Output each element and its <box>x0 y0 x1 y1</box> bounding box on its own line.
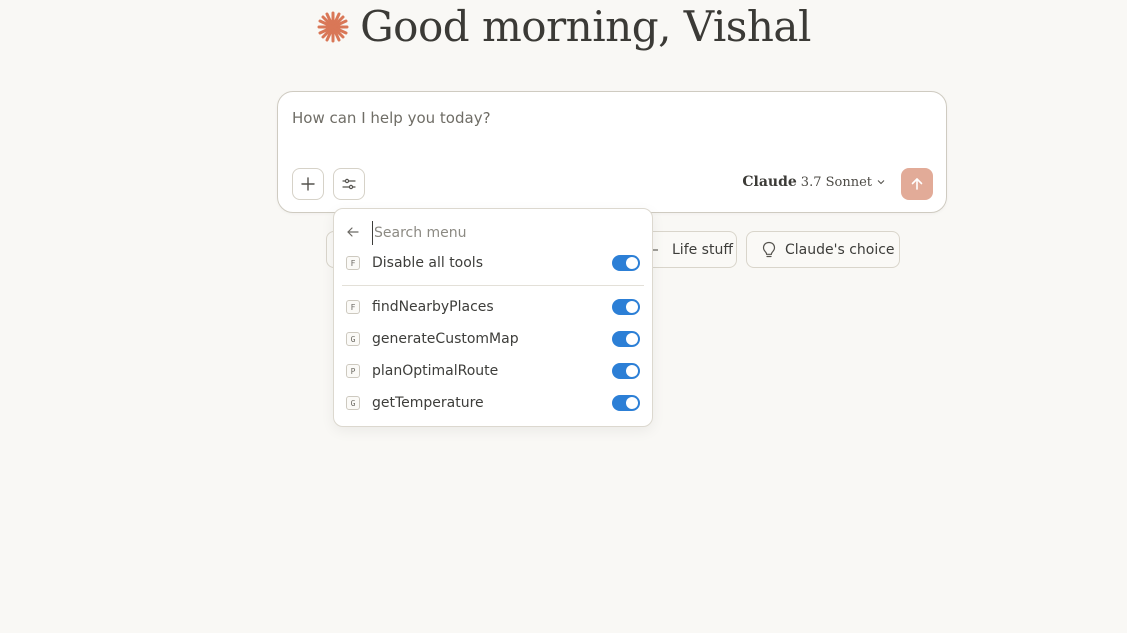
tool-toggle[interactable] <box>612 363 640 379</box>
message-input[interactable] <box>292 109 912 127</box>
tools-menu-button[interactable] <box>333 168 365 200</box>
menu-search-input[interactable] <box>372 221 636 245</box>
send-button[interactable] <box>901 168 933 200</box>
arrow-up-icon <box>911 178 923 190</box>
tool-label: planOptimalRoute <box>372 363 499 379</box>
tool-label: findNearbyPlaces <box>372 299 494 315</box>
tool-toggle[interactable] <box>612 395 640 411</box>
suggestion-chip-claudes-choice[interactable]: Claude's choice <box>746 231 900 268</box>
tool-badge: F <box>346 256 360 270</box>
suggestion-chip-life-stuff[interactable]: Life stuff <box>640 231 737 268</box>
suggestion-label: Life stuff <box>672 241 733 258</box>
claude-spark-icon <box>317 11 349 43</box>
plus-icon <box>301 177 315 191</box>
tool-row-get-temperature[interactable]: G getTemperature <box>334 389 652 417</box>
tool-label: generateCustomMap <box>372 331 519 347</box>
greeting-text: Good morning, Vishal <box>360 1 811 51</box>
tools-dropdown-menu: F Disable all tools F findNearbyPlaces G… <box>333 208 653 427</box>
add-content-button[interactable] <box>292 168 324 200</box>
tool-label: getTemperature <box>372 395 484 411</box>
model-version: 3.7 Sonnet <box>800 174 872 190</box>
lightbulb-icon <box>762 241 776 257</box>
tool-row-generate-custom-map[interactable]: G generateCustomMap <box>334 325 652 353</box>
disable-all-tools-toggle[interactable] <box>612 255 640 271</box>
greeting-header: Good morning, Vishal <box>0 0 1127 52</box>
chevron-down-icon <box>877 180 885 185</box>
new-chat-page: Good morning, Vishal Claude 3.7 Sonnet <box>0 0 1127 633</box>
arrow-left-icon[interactable] <box>346 225 360 239</box>
tool-toggle[interactable] <box>612 331 640 347</box>
tool-badge: P <box>346 364 360 378</box>
sliders-icon <box>342 178 356 190</box>
disable-all-tools-label: Disable all tools <box>372 255 483 271</box>
model-name: Claude <box>742 174 797 190</box>
tool-badge: F <box>346 300 360 314</box>
suggestion-label: Claude's choice <box>785 241 895 258</box>
menu-search-row <box>334 219 652 245</box>
spark-icon <box>652 248 658 251</box>
menu-divider <box>342 285 644 286</box>
tool-row-find-nearby-places[interactable]: F findNearbyPlaces <box>334 293 652 321</box>
model-selector[interactable]: Claude 3.7 Sonnet <box>742 174 886 190</box>
message-composer: Claude 3.7 Sonnet <box>277 91 947 213</box>
tool-badge: G <box>346 332 360 346</box>
disable-all-tools-row[interactable]: F Disable all tools <box>334 249 652 277</box>
tool-row-plan-optimal-route[interactable]: P planOptimalRoute <box>334 357 652 385</box>
tool-toggle[interactable] <box>612 299 640 315</box>
tool-badge: G <box>346 396 360 410</box>
